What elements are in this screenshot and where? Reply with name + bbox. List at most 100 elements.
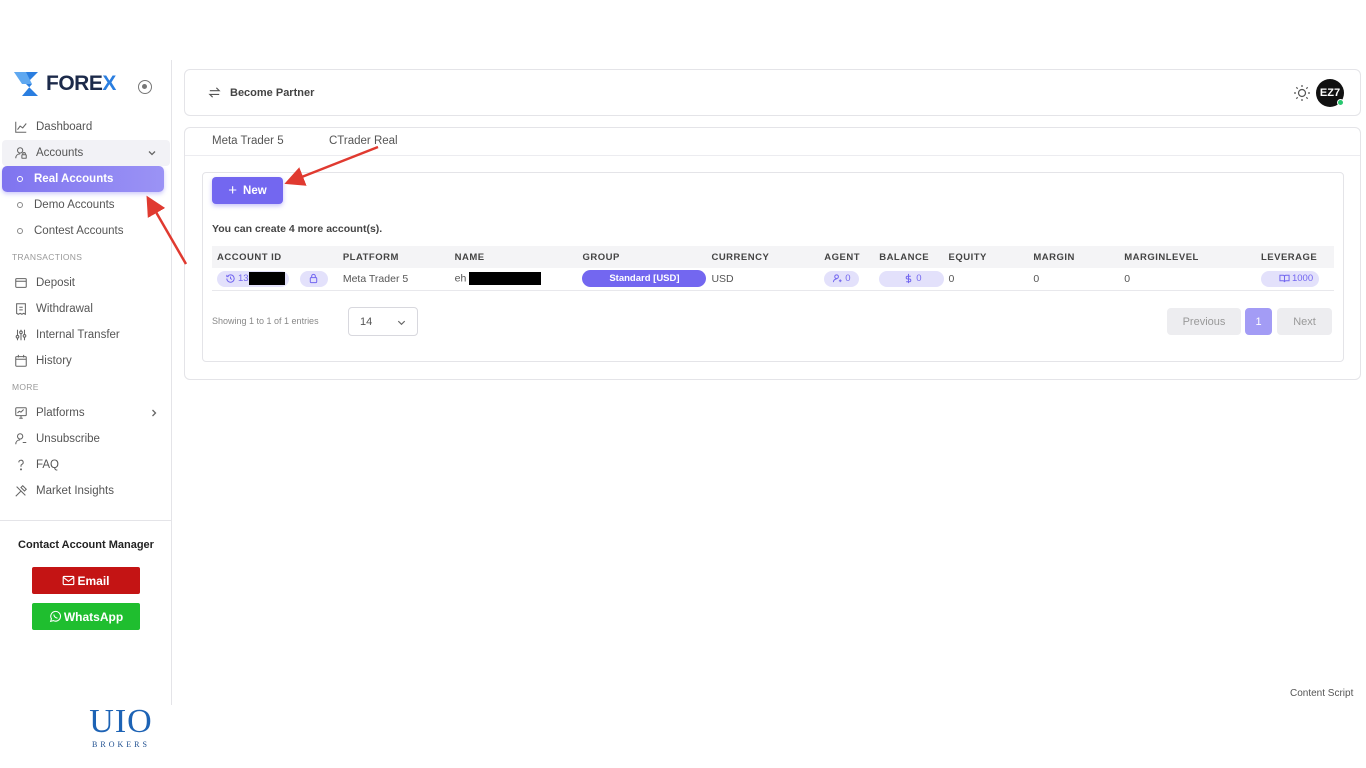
name-cell: eh: [449, 268, 578, 291]
column-header[interactable]: GROUP: [577, 246, 707, 268]
online-status-dot: [1337, 99, 1344, 106]
platform-cell: Meta Trader 5: [337, 268, 450, 291]
group-badge: Standard [USD]: [582, 270, 707, 288]
chevron-right-icon: [152, 409, 157, 417]
whatsapp-button[interactable]: WhatsApp: [32, 603, 140, 630]
user-plus-icon: [833, 274, 842, 283]
column-header[interactable]: NAME: [449, 246, 578, 268]
leverage-cell: 1000: [1255, 268, 1334, 291]
sliders-icon: [14, 328, 28, 342]
accounts-table: ACCOUNT ID PLATFORM NAME GROUP CURRENCY …: [212, 246, 1334, 291]
email-button[interactable]: Email: [32, 567, 140, 594]
circle-icon: [17, 176, 23, 182]
sidebar-item-withdrawal[interactable]: Withdrawal: [0, 296, 172, 322]
column-header[interactable]: BALANCE: [874, 246, 944, 268]
monitor-icon: [14, 406, 28, 420]
sidebar-item-label: Deposit: [36, 277, 75, 289]
column-header[interactable]: AGENT: [819, 246, 875, 268]
new-account-button[interactable]: + New: [212, 177, 283, 204]
uio-logo-sub: BROKERS: [92, 740, 150, 749]
column-header[interactable]: MARGINLEVEL: [1119, 246, 1256, 268]
tab-ctrader-real[interactable]: CTrader Real: [329, 135, 398, 147]
top-header: Become Partner EZ7: [184, 69, 1361, 116]
balance-cell: 0: [874, 268, 944, 291]
sidebar-item-real-accounts[interactable]: Real Accounts: [2, 166, 164, 192]
sidebar-nav: Dashboard Accounts Real Accounts Demo Ac…: [0, 114, 172, 504]
circle-icon: [17, 202, 23, 208]
table-header-row: ACCOUNT ID PLATFORM NAME GROUP CURRENCY …: [212, 246, 1334, 268]
next-page-button[interactable]: Next: [1277, 308, 1332, 335]
account-id-prefix: 13: [238, 273, 249, 284]
sidebar-item-market-insights[interactable]: Market Insights: [0, 478, 172, 504]
history-icon: [226, 274, 235, 283]
leverage-pill[interactable]: 1000: [1260, 270, 1320, 287]
column-header[interactable]: LEVERAGE: [1255, 246, 1334, 268]
wallet-icon: [14, 276, 28, 290]
calendar-icon: [14, 354, 28, 368]
current-page-button[interactable]: 1: [1245, 308, 1272, 335]
currency-cell: USD: [706, 268, 820, 291]
account-id-pill[interactable]: 13: [217, 270, 289, 287]
lock-icon: [309, 273, 318, 284]
agent-value: 0: [845, 273, 851, 284]
table-row: 13 Meta Trader 5 eh Standard [USD] USD 0…: [212, 268, 1334, 291]
equity-cell: 0: [943, 268, 1029, 291]
user-icon: [14, 432, 28, 446]
sun-icon[interactable]: [1293, 84, 1311, 102]
agent-pill[interactable]: 0: [824, 270, 859, 287]
sidebar-item-accounts[interactable]: Accounts: [2, 140, 170, 166]
become-partner-link[interactable]: Become Partner: [207, 85, 314, 100]
lock-button[interactable]: [299, 270, 328, 287]
become-partner-label: Become Partner: [230, 86, 315, 99]
uio-brokers-logo: UIO BROKERS: [86, 703, 156, 750]
sidebar-item-faq[interactable]: FAQ: [0, 452, 172, 478]
column-header[interactable]: PLATFORM: [337, 246, 450, 268]
balance-pill[interactable]: 0: [879, 270, 944, 287]
tab-meta-trader-5[interactable]: Meta Trader 5: [212, 135, 284, 147]
previous-page-button[interactable]: Previous: [1167, 308, 1241, 335]
avatar[interactable]: EZ7: [1316, 79, 1344, 107]
receipt-icon: [14, 302, 28, 316]
uio-logo-mark: UIO: [89, 703, 153, 740]
tools-icon: [14, 484, 28, 498]
sidebar-item-history[interactable]: History: [0, 348, 172, 374]
forex-logo-icon: [14, 72, 38, 96]
sidebar-item-demo-accounts[interactable]: Demo Accounts: [0, 192, 172, 218]
sidebar-item-label: Dashboard: [36, 121, 93, 133]
transfer-arrows-icon: [208, 87, 221, 98]
brand-logo[interactable]: FOREX: [12, 68, 116, 100]
name-prefix: eh: [454, 272, 467, 285]
sidebar-toggle-icon[interactable]: [138, 80, 152, 94]
sidebar-item-dashboard[interactable]: Dashboard: [0, 114, 172, 140]
sidebar-item-deposit[interactable]: Deposit: [0, 270, 172, 296]
column-header[interactable]: ACCOUNT ID: [212, 246, 338, 268]
contact-account-manager: Contact Account Manager Email WhatsApp: [0, 520, 172, 630]
page-size-select[interactable]: 14: [348, 307, 418, 336]
new-button-label: New: [243, 184, 267, 197]
sidebar-item-contest-accounts[interactable]: Contest Accounts: [0, 218, 172, 244]
sidebar-item-label: Unsubscribe: [36, 433, 100, 445]
contact-title: Contact Account Manager: [18, 539, 154, 551]
column-header[interactable]: EQUITY: [943, 246, 1029, 268]
column-header[interactable]: CURRENCY: [706, 246, 820, 268]
redacted-name: [469, 272, 542, 286]
sidebar-item-label: History: [36, 355, 72, 367]
sidebar-item-label: Market Insights: [36, 485, 114, 497]
leverage-value: 1000: [1291, 273, 1314, 284]
accounts-panel: + New You can create 4 more account(s). …: [202, 172, 1344, 362]
platform-tabs: Meta Trader 5 CTrader Real: [185, 128, 1360, 156]
sidebar-item-internal-transfer[interactable]: Internal Transfer: [0, 322, 172, 348]
sidebar-item-platforms[interactable]: Platforms: [0, 400, 172, 426]
agent-cell: 0: [819, 268, 875, 291]
sidebar-item-label: Platforms: [36, 407, 85, 419]
chevron-down-icon: [397, 320, 406, 326]
group-cell: Standard [USD]: [577, 268, 707, 291]
whatsapp-button-label: WhatsApp: [63, 609, 124, 624]
sidebar-item-unsubscribe[interactable]: Unsubscribe: [0, 426, 172, 452]
brand-name: FOREX: [46, 72, 116, 95]
column-header[interactable]: MARGIN: [1028, 246, 1120, 268]
plus-icon: +: [228, 182, 238, 199]
chart-icon: [14, 120, 28, 134]
sidebar-item-label: FAQ: [36, 459, 60, 471]
account-limit-note: You can create 4 more account(s).: [212, 223, 383, 235]
